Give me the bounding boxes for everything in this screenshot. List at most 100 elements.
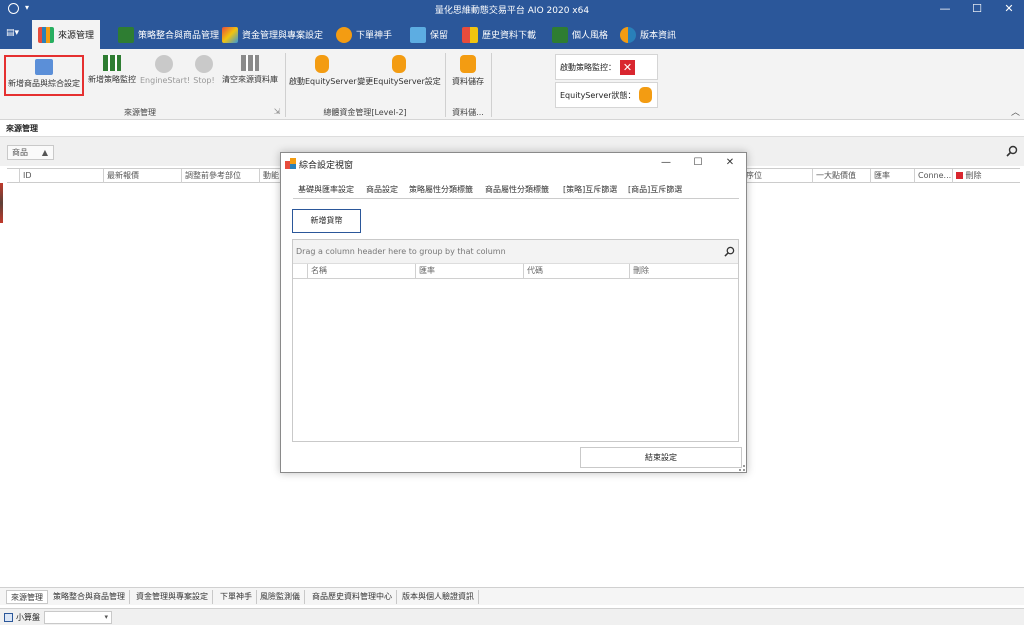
- col-delete[interactable]: 刪除: [952, 169, 1020, 183]
- page-title: 來源管理: [6, 124, 38, 133]
- doc-tab-strategy[interactable]: 策略整合與商品管理: [49, 590, 130, 604]
- group-label-fund: 總體資金管理[Level-2]: [323, 108, 407, 117]
- tab-personal-style[interactable]: 個人風格: [546, 20, 614, 49]
- sort-up-icon: ▲: [41, 148, 48, 157]
- col-rate[interactable]: 匯率: [415, 264, 523, 278]
- col-delete[interactable]: 刪除: [629, 264, 738, 278]
- col-connection[interactable]: Conne...: [914, 169, 952, 183]
- tab-fund-management[interactable]: 資金管理與專案設定: [216, 20, 329, 49]
- strategy-monitor-label: 啟動策略監控：: [560, 62, 616, 72]
- search-icon[interactable]: [724, 246, 735, 257]
- tab-label: 保留: [430, 31, 449, 41]
- close-button[interactable]: ✕: [994, 0, 1024, 18]
- tab-product-tags[interactable]: 商品屬性分類標籤: [485, 184, 549, 195]
- clear-source-db-button[interactable]: 清空來源資料庫: [220, 53, 280, 103]
- col-exchange-rate[interactable]: 匯率: [870, 169, 914, 183]
- tab-reserved[interactable]: 保留: [404, 20, 454, 49]
- group-by-tag-label: 商品: [12, 148, 28, 157]
- col-code[interactable]: 代碼: [523, 264, 629, 278]
- window-title: 量化思維動態交易平台 AIO 2020 x64: [434, 6, 590, 16]
- fund-icon: [222, 26, 238, 43]
- save-pen-icon: [460, 55, 476, 73]
- calculator-dropdown[interactable]: ▾: [44, 611, 112, 624]
- chart-strip: [0, 183, 3, 223]
- grid-delete-icon: [241, 55, 259, 71]
- finish-settings-button[interactable]: 結束設定: [580, 447, 742, 468]
- tab-strategy-product[interactable]: 策略整合與商品管理: [112, 20, 225, 49]
- col-latest-price[interactable]: 最新報價: [103, 169, 181, 183]
- start-equity-server-button[interactable]: 啟動EquityServer: [289, 53, 357, 103]
- dialog-launcher-icon[interactable]: ⇲: [272, 107, 282, 116]
- ribbon-panel: 新增商品與綜合設定 新增策略監控 EngineStart! Stop! 清空來源…: [0, 49, 1024, 120]
- status-bar: 小算盤 ▾: [0, 608, 1024, 625]
- tab-product-exclusion[interactable]: [商品]互斥篩選: [628, 184, 682, 195]
- minimize-button[interactable]: —: [930, 0, 960, 18]
- button-label: EngineStart!: [140, 76, 191, 85]
- calculator-label: 小算盤: [16, 613, 40, 622]
- tab-base-exchange[interactable]: 基礎與匯率設定: [298, 184, 354, 195]
- database-error-icon: [638, 87, 652, 103]
- doc-tab-order[interactable]: 下單神手: [216, 590, 257, 604]
- tab-history-download[interactable]: 歷史資料下載: [456, 20, 542, 49]
- add-strategy-monitor-button[interactable]: 新增策略監控: [86, 53, 138, 103]
- add-currency-button[interactable]: 新增貨幣: [292, 209, 361, 233]
- button-label: 清空來源資料庫: [222, 75, 278, 84]
- grid-icon: [118, 26, 134, 43]
- close-icon[interactable]: ✕: [620, 59, 635, 75]
- dialog-minimize-button[interactable]: —: [656, 155, 676, 171]
- collapse-ribbon-icon[interactable]: ︿: [1011, 105, 1020, 118]
- stop-button[interactable]: Stop!: [191, 53, 217, 103]
- equity-server-label: EquityServer狀態：: [560, 90, 636, 100]
- tab-source-management[interactable]: 來源管理: [32, 20, 101, 49]
- resize-grip[interactable]: [739, 465, 745, 471]
- doc-tab-version[interactable]: 版本與個人驗證資訊: [398, 590, 479, 604]
- document-tab-bar: 來源管理 策略整合與商品管理 資金管理與專案設定 下單神手 風險監測儀 商品歷史…: [0, 587, 1024, 605]
- col-name[interactable]: 名稱: [307, 264, 415, 278]
- tab-product-settings[interactable]: 商品設定: [366, 184, 398, 195]
- currency-grid: Drag a column header here to group by th…: [292, 239, 739, 442]
- ribbon-tab-bar: ▤▾ 來源管理 策略整合與商品管理 資金管理與專案設定 下單神手 保留 歷史資料…: [0, 18, 1024, 49]
- col-point-value[interactable]: 一大點價值: [812, 169, 870, 183]
- tab-strategy-tags[interactable]: 策略屬性分類標籤: [409, 184, 473, 195]
- group-separator: [445, 53, 446, 117]
- col-pre-adjust-position[interactable]: 調整前參考部位: [181, 169, 259, 183]
- col-rank[interactable]: 序位: [742, 169, 812, 183]
- dialog-close-button[interactable]: ✕: [720, 155, 740, 171]
- doc-tab-fund[interactable]: 資金管理與專案設定: [132, 590, 213, 604]
- tab-label: 策略整合與商品管理: [138, 31, 220, 41]
- button-label: 啟動EquityServer: [289, 77, 357, 86]
- tab-label: 個人風格: [572, 31, 609, 41]
- row-indicator-header: [7, 169, 19, 183]
- image-icon: [410, 26, 426, 43]
- col-id[interactable]: ID: [19, 169, 103, 183]
- button-label: 資料儲存: [452, 77, 484, 86]
- group-separator: [491, 53, 492, 117]
- file-menu-icon[interactable]: ▤▾: [6, 28, 26, 42]
- doc-tab-source[interactable]: 來源管理: [6, 590, 48, 604]
- change-equity-server-settings-button[interactable]: 變更EquityServer設定: [357, 53, 441, 103]
- tab-version-info[interactable]: 版本資訊: [614, 20, 682, 49]
- doc-tab-risk[interactable]: 風險監測儀: [256, 590, 305, 604]
- tab-order-master[interactable]: 下單神手: [330, 20, 398, 49]
- group-separator: [285, 53, 286, 117]
- group-panel[interactable]: Drag a column header here to group by th…: [293, 240, 738, 264]
- database-gear-icon: [392, 55, 406, 73]
- maximize-button[interactable]: ☐: [962, 0, 992, 18]
- add-product-settings-button[interactable]: 新增商品與綜合設定: [4, 55, 84, 96]
- tab-strategy-exclusion[interactable]: [策略]互斥篩選: [563, 184, 617, 195]
- button-label: Stop!: [193, 76, 215, 85]
- delete-icon: [956, 172, 963, 179]
- dialog-maximize-button[interactable]: ☐: [688, 155, 708, 171]
- currency-grid-header: 名稱 匯率 代碼 刪除: [293, 264, 738, 279]
- history-icon: [462, 26, 478, 43]
- group-by-tag[interactable]: 商品 ▲: [7, 145, 54, 160]
- tab-label: 來源管理: [58, 31, 95, 41]
- col-momentum[interactable]: 動能: [259, 169, 281, 183]
- search-icon[interactable]: [1006, 145, 1018, 157]
- stop-icon: [195, 55, 213, 73]
- doc-tab-history[interactable]: 商品歷史資料管理中心: [308, 590, 397, 604]
- engine-start-button[interactable]: EngineStart!: [140, 53, 191, 103]
- data-save-button[interactable]: 資料儲存: [449, 53, 487, 103]
- col-delete-label: 刪除: [965, 171, 982, 180]
- tab-label: 歷史資料下載: [482, 31, 537, 41]
